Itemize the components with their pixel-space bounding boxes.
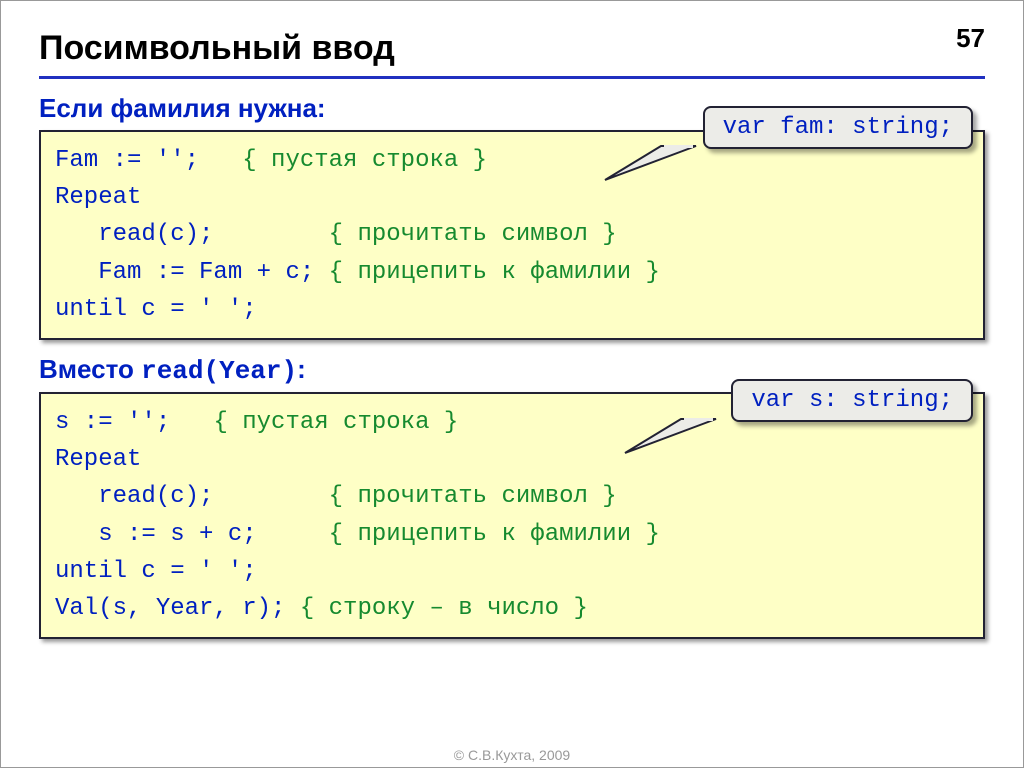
callout-tail-icon (621, 417, 731, 457)
code-text: Fam := Fam + c; (55, 259, 329, 286)
slide-title: Посимвольный ввод (39, 29, 985, 68)
section2-codebox: s := ''; { пустая строка } Repeat read(c… (39, 392, 985, 639)
code-comment: { прицепить к фамилии } (329, 521, 660, 548)
code-comment: { пустая строка } (242, 147, 487, 174)
code-text: read(c); (55, 221, 329, 248)
code-text: Val(s, Year, r); (55, 595, 300, 622)
title-rule (39, 76, 985, 79)
code-comment: { строку – в число } (300, 595, 588, 622)
section1-codebox: Fam := ''; { пустая строка } Repeat read… (39, 130, 985, 340)
code-text: until c = ' '; (55, 558, 257, 585)
code-text: s := s + c; (55, 521, 329, 548)
section1-callout: var fam: string; (703, 106, 973, 149)
code-text: s := ''; (55, 409, 213, 436)
code-text: Repeat (55, 446, 141, 473)
footer-text: © С.В.Кухта, 2009 (1, 747, 1023, 763)
slide: 57 Посимвольный ввод Если фамилия нужна:… (0, 0, 1024, 768)
page-number: 57 (956, 23, 985, 54)
code-comment: { прочитать символ } (329, 221, 617, 248)
heading-text: Вместо (39, 354, 141, 384)
heading-text: : (297, 354, 306, 384)
code-text: Fam := ''; (55, 147, 242, 174)
callout-text: var fam: string; (723, 114, 953, 141)
code-comment: { пустая строка } (213, 409, 458, 436)
code-comment: { прочитать символ } (329, 483, 617, 510)
callout-text: var s: string; (751, 387, 953, 414)
section2-callout: var s: string; (731, 379, 973, 422)
code-text: until c = ' '; (55, 296, 257, 323)
code-comment: { прицепить к фамилии } (329, 259, 660, 286)
code-text: Repeat (55, 184, 141, 211)
callout-tail-icon (601, 144, 711, 184)
code-text: read(c); (55, 483, 329, 510)
heading-mono: read(Year) (141, 356, 297, 386)
